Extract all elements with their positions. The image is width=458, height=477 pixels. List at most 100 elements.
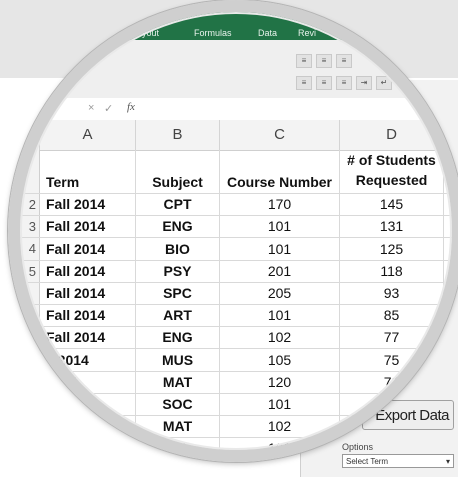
- cell-course-number[interactable]: 105: [220, 349, 340, 371]
- cell-course-number[interactable]: 102: [220, 327, 340, 349]
- cell-subject[interactable]: SPC: [136, 282, 220, 304]
- cell-course-number[interactable]: 101: [220, 305, 340, 327]
- cell-subject[interactable]: MUS: [136, 349, 220, 371]
- cell-subject[interactable]: MAT: [136, 371, 220, 393]
- header-term[interactable]: Term: [40, 150, 136, 193]
- cell-term[interactable]: Fall 2014: [40, 238, 136, 260]
- cell-term[interactable]: Fall 2014: [40, 305, 136, 327]
- align-top-icon[interactable]: ≡: [296, 54, 312, 68]
- cell-students-requested[interactable]: [340, 416, 444, 438]
- cell-course-number[interactable]: 201: [220, 260, 340, 282]
- cell-students-requested[interactable]: [340, 438, 444, 452]
- row-number[interactable]: 4: [16, 238, 40, 260]
- cell-term[interactable]: ll 2014: [40, 349, 136, 371]
- cell-subject[interactable]: DG: [136, 438, 220, 452]
- header-students-line2: Requested: [355, 172, 428, 188]
- row-number[interactable]: [16, 371, 40, 393]
- indent-icon[interactable]: ⇥: [356, 76, 372, 90]
- column-header-a[interactable]: A: [40, 120, 136, 150]
- table-row: Fall 2014 SPC 205 93: [16, 282, 458, 305]
- table-row: 3 Fall 2014 ENG 101 131: [16, 216, 458, 239]
- cell-subject[interactable]: ENG: [136, 216, 220, 238]
- cell-subject[interactable]: MAT: [136, 416, 220, 438]
- cell-students-requested[interactable]: 73: [340, 371, 444, 393]
- row-number[interactable]: [16, 282, 40, 304]
- row-number[interactable]: [16, 150, 40, 193]
- cell-term[interactable]: 4: [40, 393, 136, 415]
- table-row: 2 Fall 2014 CPT 170 145: [16, 194, 458, 217]
- cell-students-requested[interactable]: 131: [340, 216, 444, 238]
- cell-term[interactable]: 2014: [40, 371, 136, 393]
- header-students-requested[interactable]: # of Students Requested: [340, 150, 444, 193]
- cell-students-requested[interactable]: 145: [340, 194, 444, 216]
- column-header-b[interactable]: B: [136, 120, 220, 150]
- tab-formulas[interactable]: Formulas: [194, 28, 232, 38]
- ribbon-tab-bar: yout Formulas Data Revi: [80, 8, 380, 40]
- table-row: 4 Fall 2014 BIO 101 125: [16, 238, 458, 261]
- column-header-row: A B C D: [16, 120, 458, 151]
- align-bottom-icon[interactable]: ≡: [336, 54, 352, 68]
- header-students-line1: # of Students: [347, 152, 436, 168]
- row-number[interactable]: [16, 327, 40, 349]
- cell-term[interactable]: [40, 438, 136, 452]
- cell-course-number[interactable]: 120: [220, 371, 340, 393]
- function-icon[interactable]: fx: [127, 101, 135, 113]
- row-number[interactable]: 2: [16, 194, 40, 216]
- cell-term[interactable]: Fall 2014: [40, 216, 136, 238]
- cell-course-number[interactable]: 102: [220, 416, 340, 438]
- confirm-icon[interactable]: ✓: [104, 102, 113, 115]
- cell-course-number[interactable]: 170: [220, 194, 340, 216]
- cell-term[interactable]: Fall 2014: [40, 327, 136, 349]
- cell-course-number[interactable]: 205: [220, 282, 340, 304]
- select-term-dropdown[interactable]: Select Term ▾: [342, 454, 454, 468]
- cell-students-requested[interactable]: 118: [340, 260, 444, 282]
- ribbon-toolbar: ≡ ≡ ≡ ≡ ≡ ≡ ⇥ ↵: [16, 40, 458, 99]
- cell-term[interactable]: Fall 2014: [40, 194, 136, 216]
- cell-subject[interactable]: SOC: [136, 393, 220, 415]
- table-row: Fall 2014 ART 101 85: [16, 305, 458, 328]
- cell-subject[interactable]: CPT: [136, 194, 220, 216]
- tab-review[interactable]: Revi: [298, 28, 316, 38]
- select-term-value: Select Term: [346, 457, 389, 466]
- cancel-icon[interactable]: ×: [88, 102, 94, 114]
- row-number[interactable]: [16, 393, 40, 415]
- row-number[interactable]: [16, 349, 40, 371]
- tab-page-layout[interactable]: yout: [142, 28, 159, 38]
- cell-students-requested[interactable]: 93: [340, 282, 444, 304]
- cell-students-requested[interactable]: 75: [340, 349, 444, 371]
- header-subject[interactable]: Subject: [136, 150, 220, 193]
- cell-term[interactable]: Fall 2014: [40, 282, 136, 304]
- align-right-icon[interactable]: ≡: [336, 76, 352, 90]
- align-left-icon[interactable]: ≡: [296, 76, 312, 90]
- cell-term[interactable]: [40, 416, 136, 438]
- header-course-number[interactable]: Course Number: [220, 150, 340, 193]
- column-header-d[interactable]: D: [340, 120, 444, 150]
- cell-course-number[interactable]: 100: [220, 438, 340, 452]
- align-center-icon[interactable]: ≡: [316, 76, 332, 90]
- cell-subject[interactable]: ART: [136, 305, 220, 327]
- row-number[interactable]: 5: [16, 260, 40, 282]
- cell-students-requested[interactable]: [340, 393, 444, 415]
- table-row: 4 SOC 101: [16, 393, 458, 416]
- select-all-corner[interactable]: [16, 120, 40, 150]
- row-number[interactable]: [16, 305, 40, 327]
- cell-course-number[interactable]: 101: [220, 238, 340, 260]
- cell-students-requested[interactable]: 85: [340, 305, 444, 327]
- cell-course-number[interactable]: 101: [220, 216, 340, 238]
- align-middle-icon[interactable]: ≡: [316, 54, 332, 68]
- row-number[interactable]: 3: [16, 216, 40, 238]
- cell-term[interactable]: Fall 2014: [40, 260, 136, 282]
- row-number[interactable]: [16, 416, 40, 438]
- cell-course-number[interactable]: 101: [220, 393, 340, 415]
- wrap-text-icon[interactable]: ↵: [376, 76, 392, 90]
- table-row: 5 Fall 2014 PSY 201 118: [16, 260, 458, 283]
- row-number[interactable]: [16, 438, 40, 452]
- cell-subject[interactable]: PSY: [136, 260, 220, 282]
- cell-subject[interactable]: ENG: [136, 327, 220, 349]
- column-header-c[interactable]: C: [220, 120, 340, 150]
- cell-students-requested[interactable]: 77: [340, 327, 444, 349]
- tab-data[interactable]: Data: [258, 28, 277, 38]
- table-header-row: Term Subject Course Number # of Students…: [16, 150, 458, 194]
- cell-students-requested[interactable]: 125: [340, 238, 444, 260]
- cell-subject[interactable]: BIO: [136, 238, 220, 260]
